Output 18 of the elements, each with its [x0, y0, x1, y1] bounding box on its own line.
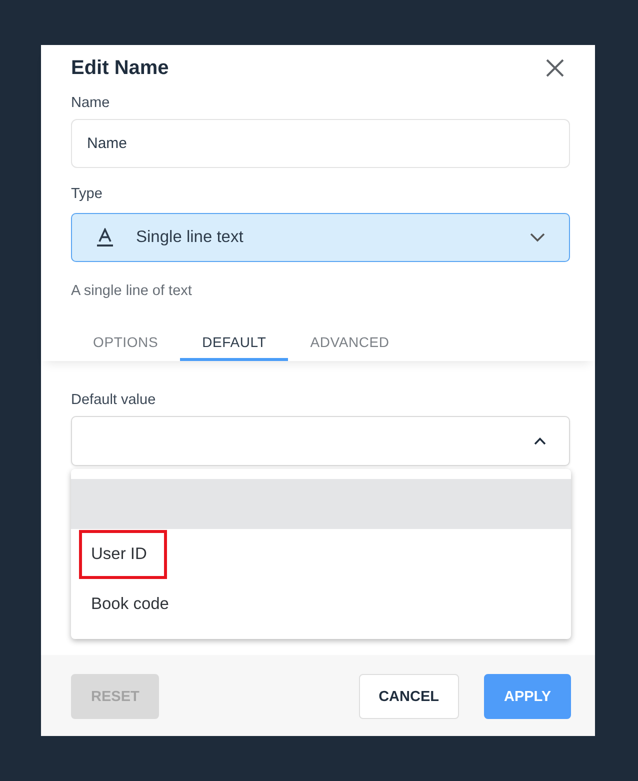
- field-hint: A single line of text: [71, 282, 192, 301]
- dropdown-option[interactable]: [71, 479, 571, 529]
- chevron-down-icon: [530, 233, 545, 242]
- dialog-title: Edit Name: [71, 56, 169, 81]
- field-label: Type: [71, 185, 102, 204]
- dropdown-option[interactable]: User ID: [71, 529, 571, 579]
- field-label: Name: [71, 94, 110, 113]
- secondary-button[interactable]: CANCEL: [358, 674, 459, 719]
- tab[interactable]: ADVANCED: [288, 321, 412, 361]
- default-value-select[interactable]: [71, 416, 570, 466]
- name-input[interactable]: Name: [71, 119, 570, 168]
- tab[interactable]: OPTIONS: [71, 321, 180, 361]
- close-icon: [546, 59, 564, 77]
- type-select[interactable]: Single line text: [71, 213, 570, 262]
- dropdown-option[interactable]: Book code: [71, 579, 571, 629]
- field-label: Default value: [71, 391, 156, 410]
- underlined-letter-icon: [96, 228, 114, 247]
- chevron-up-icon: [534, 437, 546, 445]
